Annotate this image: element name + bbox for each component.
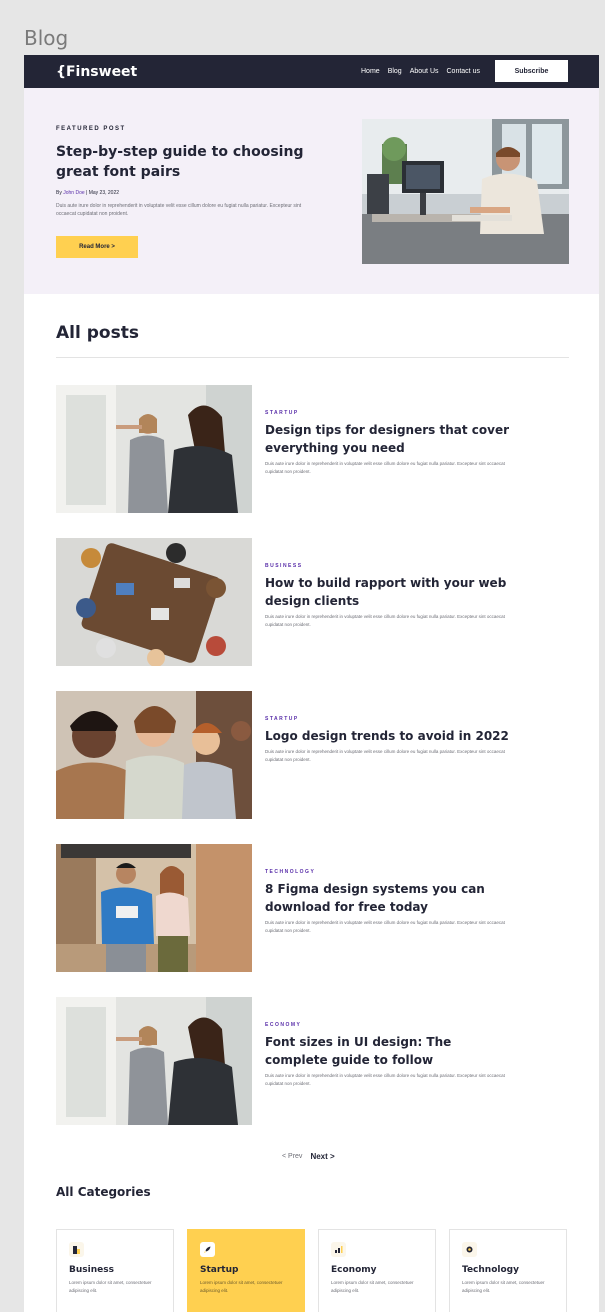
nav-link-about[interactable]: About Us [410,68,439,75]
category-card-startup[interactable]: Startup Lorem ipsum dolor sit amet, cons… [187,1229,305,1312]
post-category[interactable]: TECHNOLOGY [265,869,315,875]
prev-page-link[interactable]: < Prev [282,1153,302,1160]
post-title[interactable]: 8 Figma design systems you can download … [265,880,515,916]
post-category[interactable]: BUSINESS [265,563,303,569]
post-description: Duis aute irure dolor in reprehenderit i… [265,461,505,474]
post-description: Duis aute irure dolor in reprehenderit i… [265,1073,505,1086]
post-image[interactable] [56,691,252,819]
rocket-icon [200,1242,215,1257]
post-image[interactable] [56,844,252,972]
post-title[interactable]: Font sizes in UI design: The complete gu… [265,1033,515,1069]
read-more-button[interactable]: Read More > [56,236,138,258]
post-category[interactable]: STARTUP [265,716,299,722]
post-item[interactable]: TECHNOLOGY 8 Figma design systems you ca… [56,844,569,972]
pagination: < Prev Next > [282,1152,335,1161]
category-description: Lorem ipsum dolor sit amet, consectetuer… [200,1280,283,1293]
category-name: Business [69,1265,114,1275]
featured-author[interactable]: John Doe [63,190,84,196]
building-icon [69,1242,84,1257]
category-name: Technology [462,1265,519,1275]
category-description: Lorem ipsum dolor sit amet, consectetuer… [69,1280,152,1293]
bar-chart-icon [331,1242,346,1257]
featured-description: Duis aute irure dolor in reprehenderit i… [56,203,302,217]
post-description: Duis aute irure dolor in reprehenderit i… [265,749,505,762]
featured-meta: By John Doe | May 23, 2022 [56,190,119,196]
category-card-business[interactable]: Business Lorem ipsum dolor sit amet, con… [56,1229,174,1312]
cpu-icon [462,1242,477,1257]
category-description: Lorem ipsum dolor sit amet, consectetuer… [462,1280,545,1293]
nav-link-home[interactable]: Home [361,68,380,75]
post-title[interactable]: How to build rapport with your web desig… [265,574,515,610]
next-page-link[interactable]: Next > [310,1152,334,1161]
category-name: Startup [200,1265,239,1275]
post-title[interactable]: Logo design trends to avoid in 2022 [265,727,515,745]
nav-link-contact[interactable]: Contact us [447,68,480,75]
post-item[interactable]: ECONOMY Font sizes in UI design: The com… [56,997,569,1125]
featured-date: May 23, 2022 [88,190,120,196]
post-image[interactable] [56,997,252,1125]
post-category[interactable]: STARTUP [265,410,299,416]
logo[interactable]: {Finsweet [56,64,137,80]
subscribe-button[interactable]: Subscribe [495,60,568,82]
featured-title[interactable]: Step-by-step guide to choosing great fon… [56,142,311,182]
post-item[interactable]: STARTUP Logo design trends to avoid in 2… [56,691,569,819]
divider [56,357,569,358]
post-item[interactable]: BUSINESS How to build rapport with your … [56,538,569,666]
post-image[interactable] [56,538,252,666]
top-nav: {Finsweet Home Blog About Us Contact us … [24,55,599,88]
post-title[interactable]: Design tips for designers that cover eve… [265,421,515,457]
featured-post-hero: FEATURED POST Step-by-step guide to choo… [24,88,599,294]
nav-link-blog[interactable]: Blog [388,68,402,75]
post-description: Duis aute irure dolor in reprehenderit i… [265,614,505,627]
category-card-economy[interactable]: Economy Lorem ipsum dolor sit amet, cons… [318,1229,436,1312]
featured-image[interactable] [362,119,569,264]
category-name: Economy [331,1265,377,1275]
blog-page: {Finsweet Home Blog About Us Contact us … [24,55,599,1312]
post-description: Duis aute irure dolor in reprehenderit i… [265,920,505,933]
frame-label: Blog [24,26,69,50]
nav-links: Home Blog About Us Contact us [361,55,480,88]
featured-label: FEATURED POST [56,126,126,132]
all-posts-title: All posts [56,323,139,343]
category-description: Lorem ipsum dolor sit amet, consectetuer… [331,1280,414,1293]
category-card-technology[interactable]: Technology Lorem ipsum dolor sit amet, c… [449,1229,567,1312]
post-item[interactable]: STARTUP Design tips for designers that c… [56,385,569,513]
post-image[interactable] [56,385,252,513]
post-category[interactable]: ECONOMY [265,1022,301,1028]
all-categories-title: All Categories [56,1185,151,1199]
